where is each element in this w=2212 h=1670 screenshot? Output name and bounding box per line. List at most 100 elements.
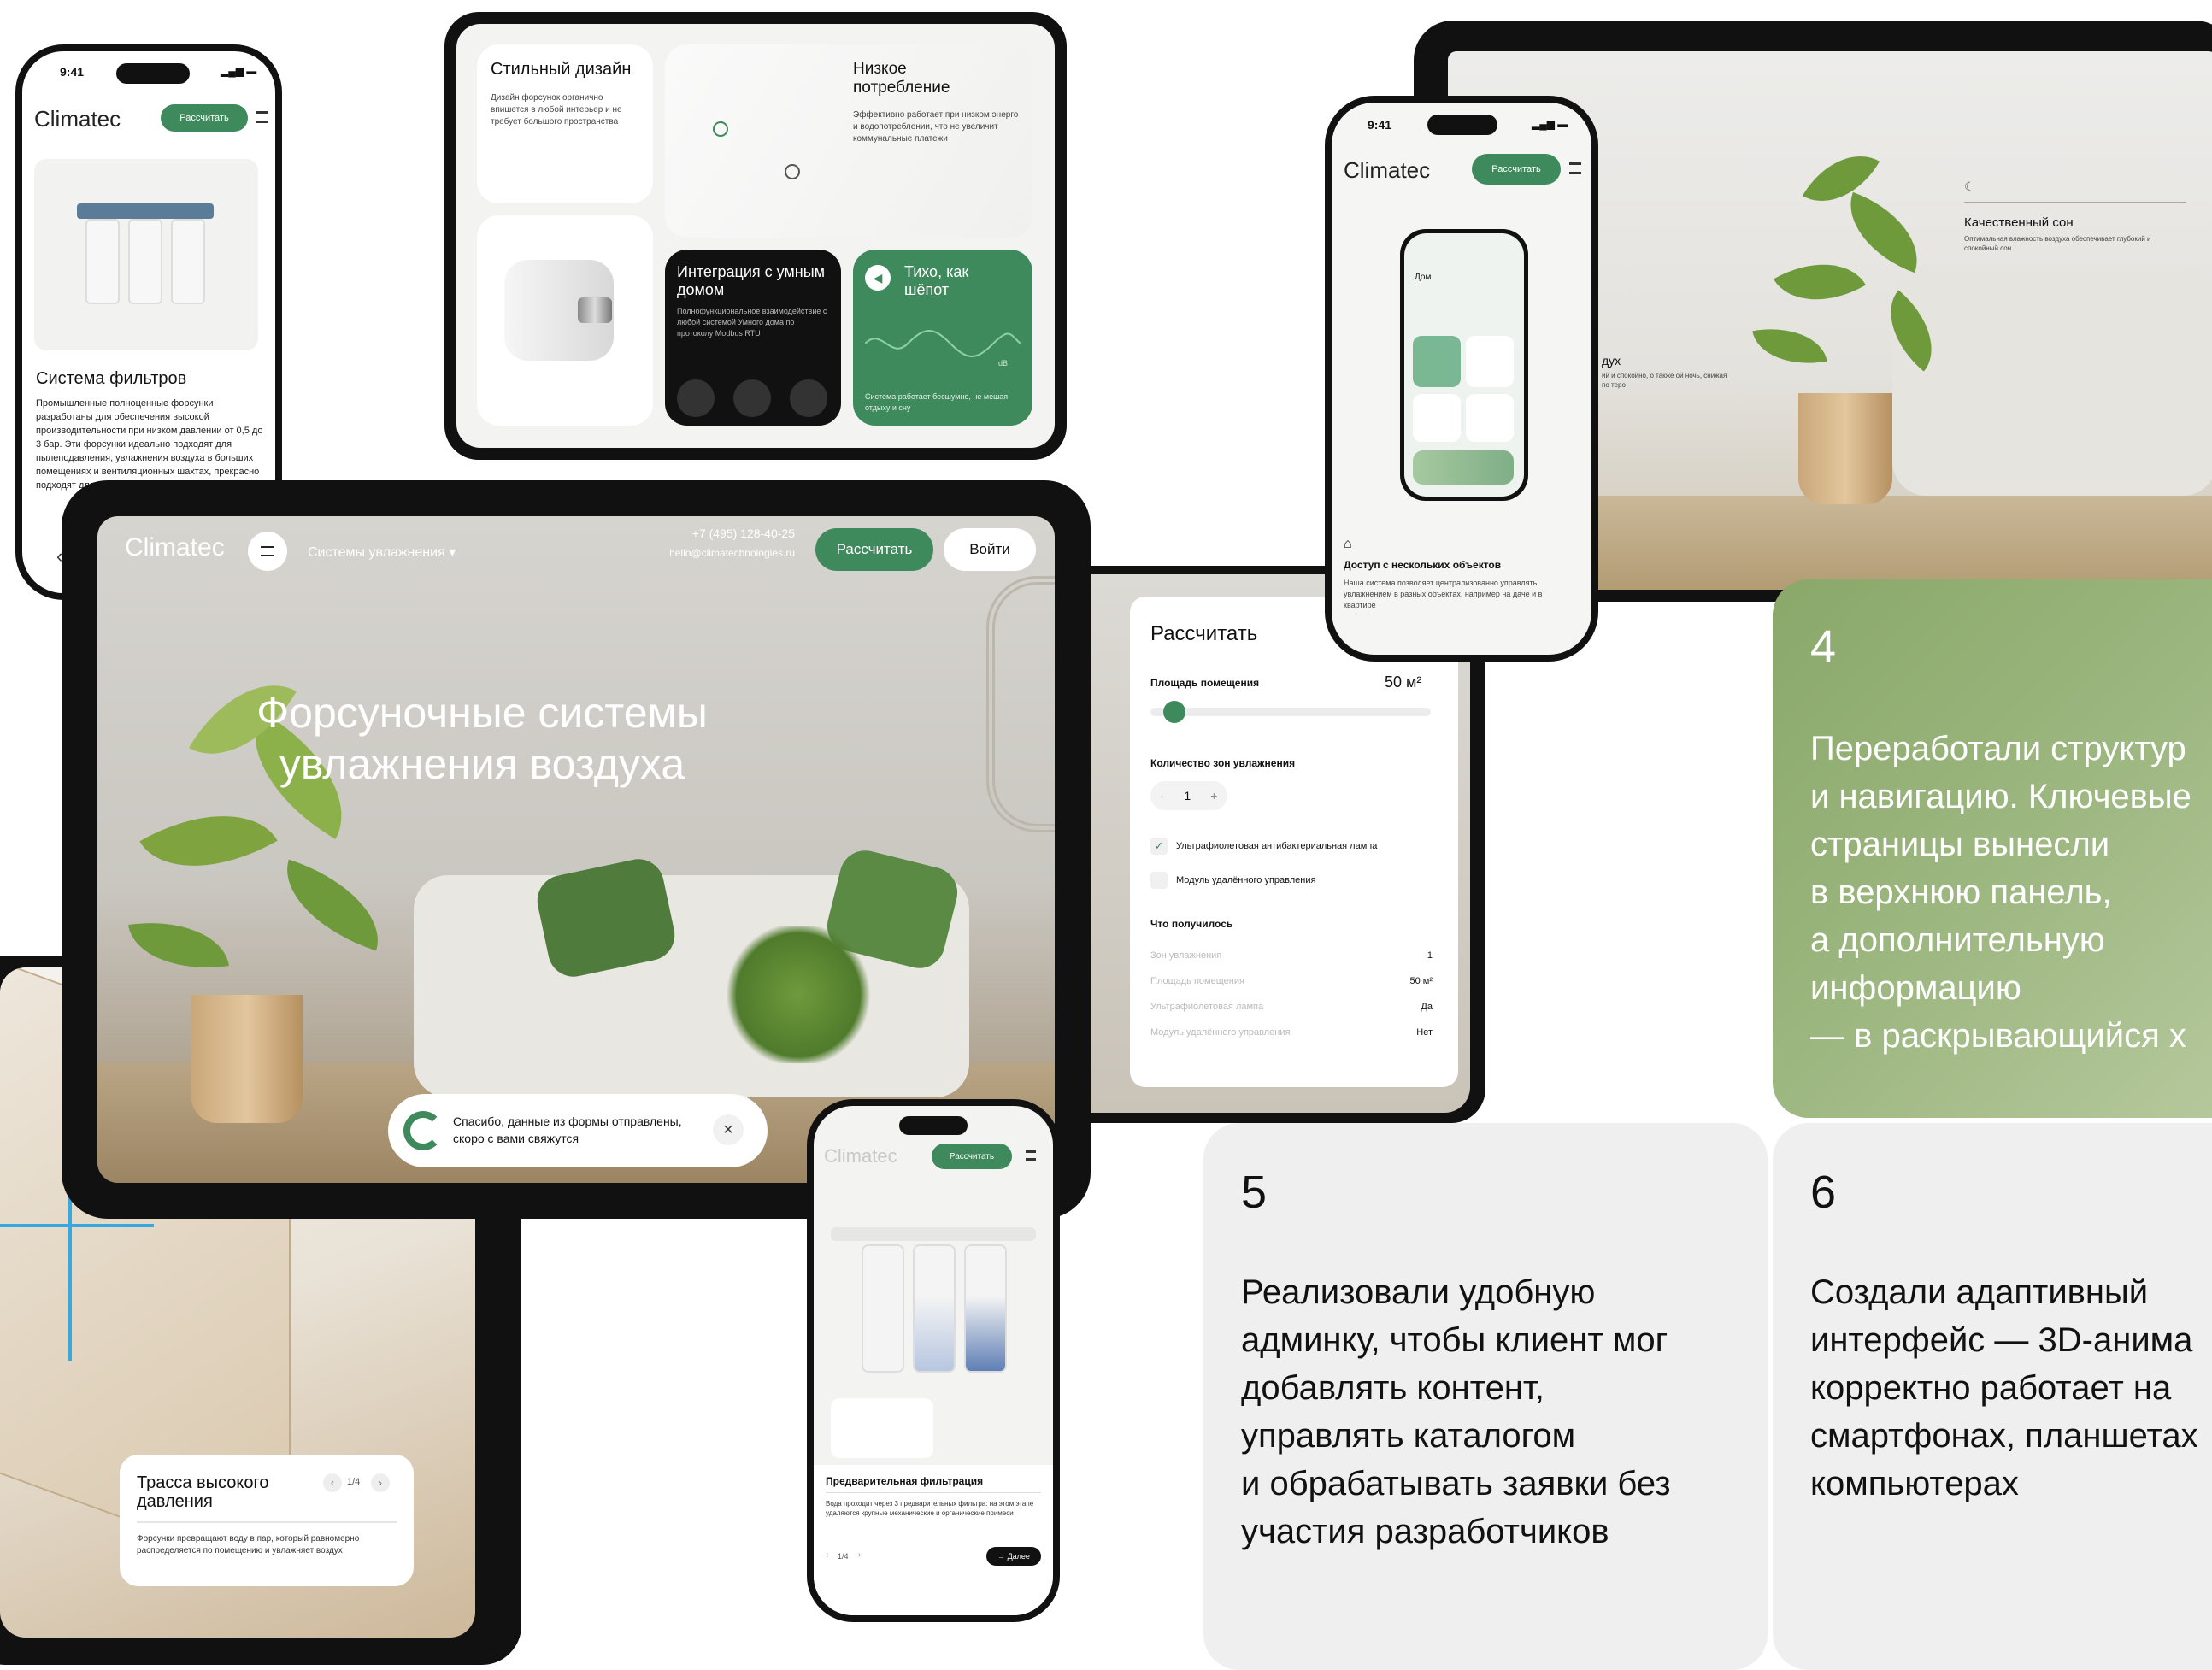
panel-text-line: интерфейс — 3D-анима xyxy=(1810,1321,2193,1359)
climatec-logo[interactable]: Climatec xyxy=(1344,157,1430,184)
plus-button[interactable]: + xyxy=(1210,789,1217,803)
feature-text: Дизайн форсунок органично впишется в люб… xyxy=(491,93,622,126)
climatec-logo[interactable]: Climatec xyxy=(125,533,225,562)
product-title: Система фильтров xyxy=(36,369,187,388)
panel-text-line: смартфонах, планшетах xyxy=(1810,1417,2198,1455)
room-card xyxy=(1413,336,1461,387)
menu-icon[interactable] xyxy=(1569,162,1581,174)
dynamic-island xyxy=(899,1116,968,1135)
minus-button[interactable]: - xyxy=(1161,789,1165,803)
plant-leaf xyxy=(270,859,395,951)
pager-counter: 1/4 xyxy=(838,1552,849,1561)
uv-lamp-checkbox[interactable]: ✓ xyxy=(1150,838,1168,855)
divider-line xyxy=(1964,202,2186,203)
close-icon[interactable]: × xyxy=(713,1114,744,1145)
menu-icon xyxy=(261,546,274,556)
panel-text-line: компьютерах xyxy=(1810,1465,2019,1502)
house-info-card: Трасса высокого давления ‹ 1/4 › Форсунки… xyxy=(120,1455,414,1586)
result-row: Зон увлажнения 1 xyxy=(1150,950,1433,961)
next-arrow-icon[interactable]: › xyxy=(858,1550,861,1560)
panel-text-line: добавлять контент, xyxy=(1241,1369,1544,1407)
menu-icon[interactable] xyxy=(256,111,268,123)
nozzle-dot-icon xyxy=(713,121,728,137)
panel-text-line: в верхнюю панель, xyxy=(1810,873,2112,911)
status-icons: ▂▄▆ ▬ xyxy=(221,65,257,77)
panel-text-line: а дополнительную xyxy=(1810,921,2105,959)
room-card xyxy=(1413,394,1461,442)
feature-title: Интеграция с умным домом xyxy=(677,263,826,298)
room-partial-title: дух xyxy=(1602,354,1621,368)
feature-card-quiet: ◀ Тихо, как шёпот dB Система работает бе… xyxy=(853,250,1032,426)
contact-email[interactable]: hello@climatechnologies.ru xyxy=(634,547,795,559)
smart-title: Доступ с нескольких объектов xyxy=(1344,559,1502,571)
panel-text-line: участия разработчиков xyxy=(1241,1513,1609,1550)
toast-text: Спасибо, данные из формы отправлены, ско… xyxy=(453,1114,682,1145)
prev-arrow-icon[interactable]: ‹ xyxy=(323,1473,342,1492)
climatec-logo[interactable]: Climatec xyxy=(34,106,121,132)
phone-filter2: Climatec Рассчитать Предварительная филь… xyxy=(807,1099,1060,1622)
status-time: 9:41 xyxy=(1368,118,1392,132)
result-label: Модуль удалённого управления xyxy=(1150,1027,1291,1038)
panel-text-line: админку, чтобы клиент мог xyxy=(1241,1321,1668,1359)
panel-text-line: информацию xyxy=(1810,969,2021,1007)
plant-leaf xyxy=(1752,319,1827,373)
pager-counter: 1/4 xyxy=(347,1477,361,1487)
filter-info-card: Предварительная фильтрация Вода проходит… xyxy=(814,1465,1053,1615)
next-button[interactable]: → Далее xyxy=(986,1547,1041,1566)
sound-wave xyxy=(865,330,1021,357)
plant-pot xyxy=(191,995,303,1123)
feature-card-smart-home: Интеграция с умным домом Полнофункционал… xyxy=(665,250,841,426)
area-value: 50 м² xyxy=(1385,673,1422,691)
prev-arrow-icon[interactable]: ‹ xyxy=(826,1550,828,1560)
result-value: 1 xyxy=(1427,950,1433,961)
contact-phone[interactable]: +7 (495) 128-40-25 xyxy=(660,526,795,540)
remote-module-checkbox[interactable] xyxy=(1150,872,1168,889)
divider-line xyxy=(826,1492,1041,1493)
plant-leaf xyxy=(139,781,278,901)
feature-panel-5: 5 Реализовали удобную админку, чтобы кли… xyxy=(1203,1123,1768,1670)
result-label: Зон увлажнения xyxy=(1150,950,1222,961)
zones-value: 1 xyxy=(1184,789,1191,803)
home-icon xyxy=(790,379,827,417)
remote-module-label: Модуль удалённого управления xyxy=(1176,875,1316,885)
filter-info-text: Вода проходит через 3 предварительных фи… xyxy=(826,1500,1034,1517)
calculate-button[interactable]: Рассчитать xyxy=(161,104,248,132)
panel-text-line: — в раскрывающийся х xyxy=(1810,1017,2186,1055)
feature-text: Эффективно работает при низком энерго и … xyxy=(853,110,1019,144)
feature-panel-4: 4 Переработали структур и навигацию. Клю… xyxy=(1773,579,2212,1118)
menu-button[interactable] xyxy=(248,532,287,571)
climatec-c-icon xyxy=(403,1111,443,1150)
login-button[interactable]: Войти xyxy=(944,528,1036,571)
next-arrow-icon[interactable]: › xyxy=(371,1473,390,1492)
area-label: Площадь помещения xyxy=(1150,677,1260,689)
room-card xyxy=(1466,394,1514,442)
menu-icon[interactable] xyxy=(1026,1150,1036,1161)
success-toast: Спасибо, данные из формы отправлены, ско… xyxy=(388,1094,768,1167)
feature-text: Полнофункциональное взаимодействие с люб… xyxy=(677,307,827,338)
area-slider-track[interactable] xyxy=(1150,708,1431,716)
feature-text: Система работает бесшумно, не мешая отды… xyxy=(865,392,1009,412)
calculate-button[interactable]: Рассчитать xyxy=(1472,154,1561,185)
wall-art xyxy=(986,576,1055,832)
chevron-down-icon: ▾ xyxy=(449,545,456,560)
nav-dropdown[interactable]: Системы увлажнения ▾ xyxy=(308,544,456,561)
calculate-button[interactable]: Рассчитать xyxy=(815,528,933,571)
tablet-features: Стильный дизайн Дизайн форсунок органичн… xyxy=(444,12,1067,460)
climatec-logo[interactable]: Climatec xyxy=(824,1145,897,1167)
zones-stepper[interactable]: - 1 + xyxy=(1150,781,1227,810)
result-value: 50 м² xyxy=(1409,976,1433,986)
phone-filter2-screen: Climatec Рассчитать Предварительная филь… xyxy=(814,1106,1053,1615)
result-row: Площадь помещения 50 м² xyxy=(1150,976,1433,986)
product-image-card xyxy=(34,159,258,350)
calculate-button[interactable]: Рассчитать xyxy=(932,1144,1012,1169)
plant-leaf xyxy=(128,911,229,979)
area-slider-thumb[interactable] xyxy=(1163,701,1186,723)
next-button-label: Далее xyxy=(1007,1552,1030,1561)
phone-smart-screen: 9:41 ▂▄▆ ▬ Climatec Рассчитать Дом ⌂ Дос… xyxy=(1332,103,1591,655)
home-icon: ⌂ xyxy=(1344,537,1352,551)
result-row: Модуль удалённого управления Нет xyxy=(1150,1027,1433,1038)
panel-text-line: и обрабатывать заявки без xyxy=(1241,1465,1671,1502)
result-label: Площадь помещения xyxy=(1150,976,1244,986)
panel-text-line: Переработали структур xyxy=(1810,730,2186,767)
dynamic-island xyxy=(116,63,190,84)
